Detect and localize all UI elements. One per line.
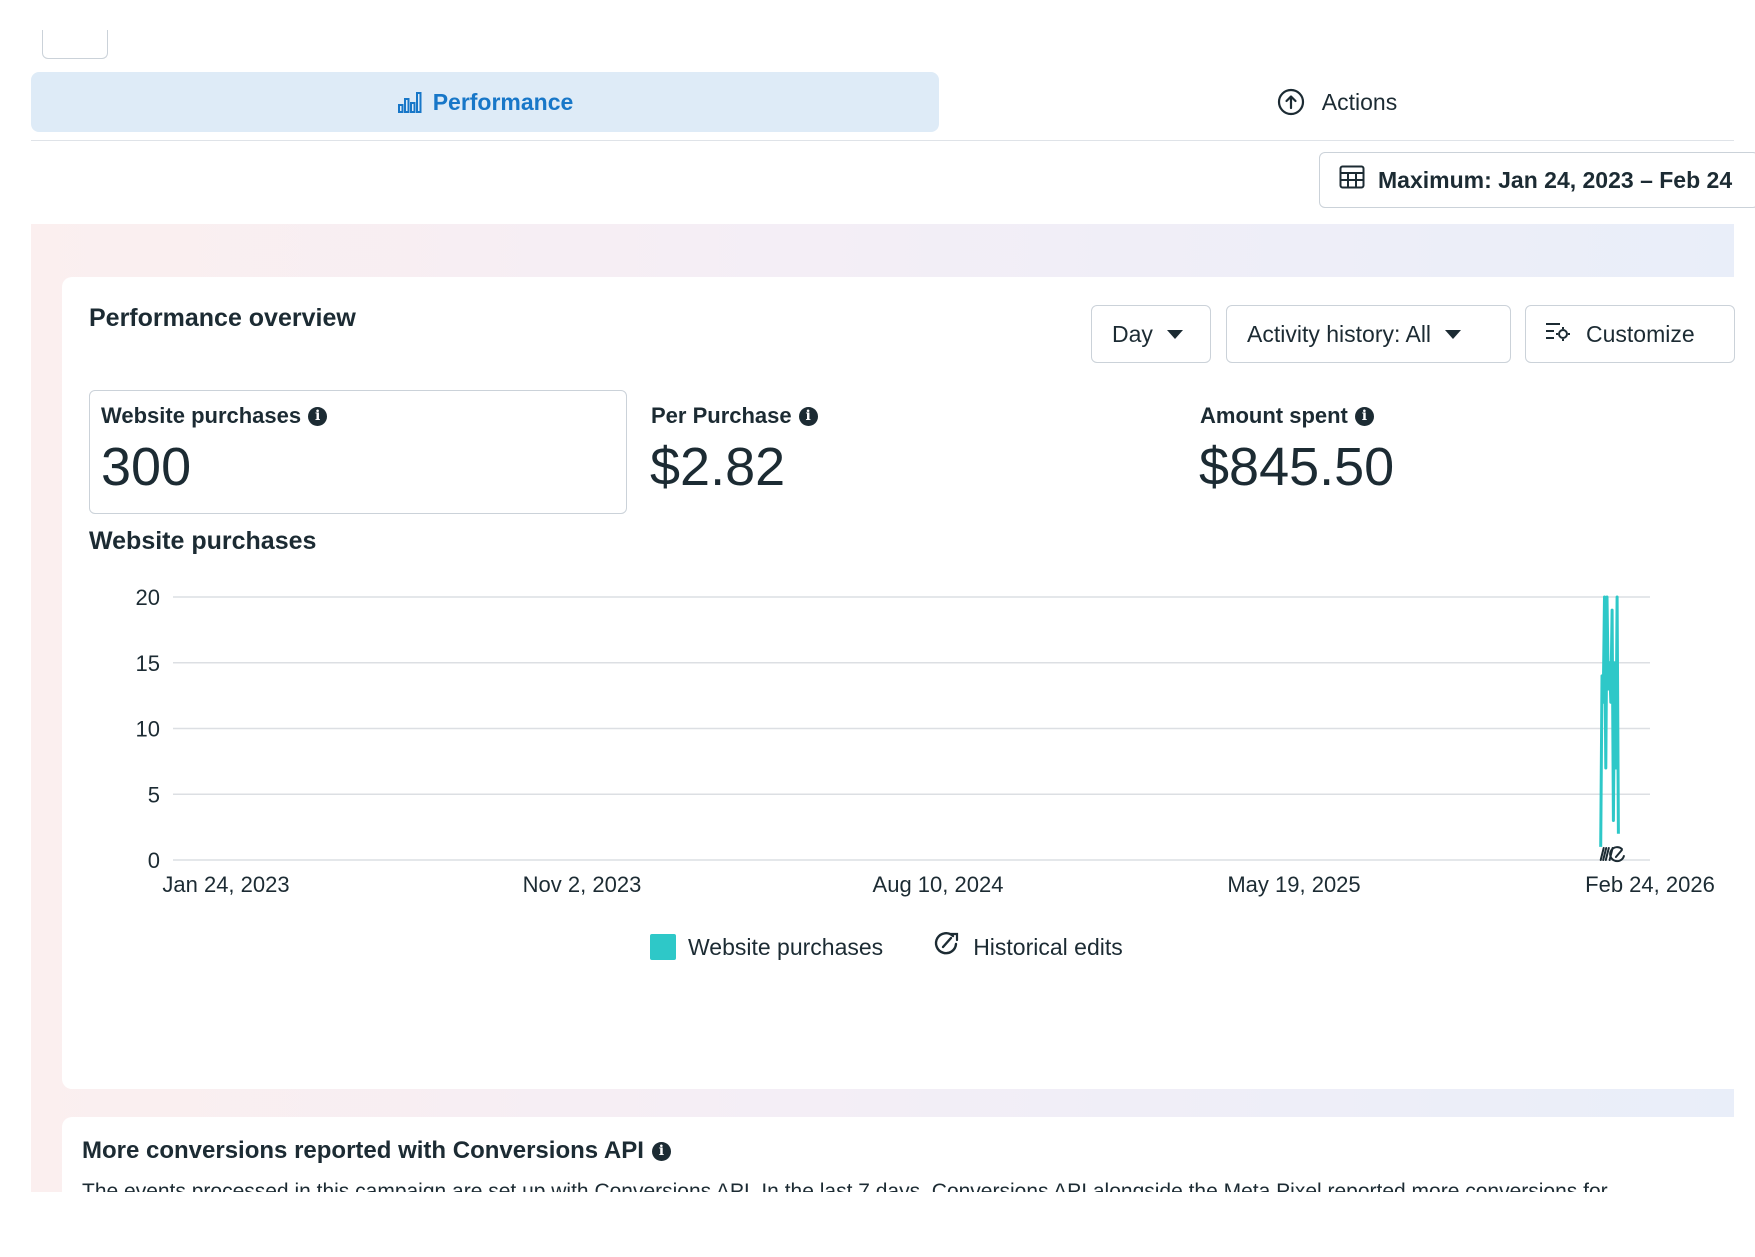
x-tick-label: Aug 10, 2024 [873, 872, 1004, 897]
page-bottom [0, 1192, 1755, 1240]
y-tick-label: 5 [148, 782, 160, 807]
legend-historical-edits[interactable]: Historical edits [931, 930, 1123, 964]
historical-edit-marker [1609, 846, 1625, 863]
conversions-api-title: More conversions reported with Conversio… [82, 1137, 644, 1164]
legend-website-purchases[interactable]: Website purchases [650, 930, 883, 964]
series-line-website-purchases [1599, 595, 1620, 847]
chart-legend: Website purchases Historical edits [650, 930, 1123, 964]
legend-swatch [650, 934, 676, 960]
y-tick-label: 15 [136, 651, 160, 676]
x-tick-label: Feb 24, 2026 [1585, 872, 1715, 897]
x-tick-label: May 19, 2025 [1227, 872, 1360, 897]
x-tick-label: Jan 24, 2023 [162, 872, 289, 897]
historical-edits-icon [931, 930, 961, 964]
y-tick-label: 20 [136, 585, 160, 610]
legend-label: Website purchases [688, 933, 884, 960]
x-tick-label: Nov 2, 2023 [523, 872, 642, 897]
y-tick-label: 0 [148, 848, 160, 873]
conversions-api-header: More conversions reported with Conversio… [82, 1137, 671, 1165]
legend-label: Historical edits [973, 933, 1123, 960]
website-purchases-chart: 20 15 10 5 0Jan 24, 2023 Nov 2, 2023 Aug 10, 2… [136, 585, 1715, 897]
historical-edit-glyph [1609, 846, 1625, 863]
y-tick-label: 10 [136, 717, 160, 742]
info-icon[interactable]: i [651, 1141, 671, 1161]
